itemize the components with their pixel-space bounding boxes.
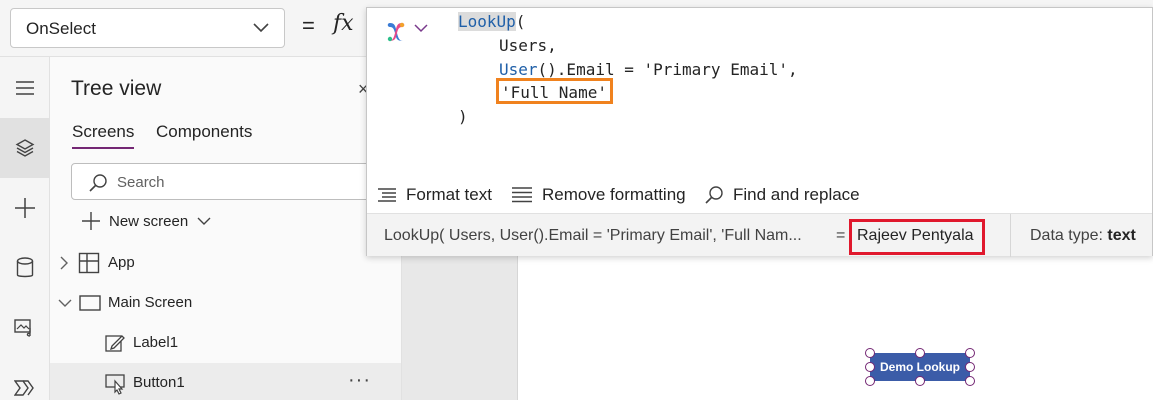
highlight-box-full-name xyxy=(496,78,613,104)
formula-equals: = xyxy=(302,13,315,38)
tree-item-main-screen[interactable]: Main Screen xyxy=(50,283,401,323)
fx-icon[interactable]: fx xyxy=(333,11,354,36)
button-control-icon xyxy=(105,374,125,395)
resize-handle[interactable] xyxy=(965,362,975,372)
plus-icon xyxy=(82,212,100,230)
remove-formatting-label: Remove formatting xyxy=(542,185,686,204)
data-type-value: text xyxy=(1107,227,1136,244)
result-expression: LookUp( Users, User().Email = 'Primary E… xyxy=(384,227,802,244)
format-text-icon xyxy=(378,188,396,202)
result-value: Rajeev Pentyala xyxy=(857,227,974,244)
lookup-token: LookUp xyxy=(458,12,516,31)
tree-view-title: Tree view xyxy=(71,77,162,100)
user-token: User xyxy=(499,60,538,79)
tab-components[interactable]: Components xyxy=(156,122,252,142)
editor-toolbar: Format text Remove formatting Find and r… xyxy=(367,175,1152,215)
format-text-label: Format text xyxy=(406,185,492,204)
resize-handle[interactable] xyxy=(865,376,875,386)
media-icon[interactable] xyxy=(0,298,49,358)
power-automate-icon[interactable] xyxy=(0,358,49,400)
formula-editor-popup[interactable]: LookUp( Users, User().Email = 'Primary E… xyxy=(366,7,1153,257)
data-type: Data type: text xyxy=(1030,227,1136,245)
new-screen-button[interactable]: New screen xyxy=(81,211,212,231)
tree-item-app[interactable]: App xyxy=(50,243,401,283)
search-placeholder: Search xyxy=(117,174,165,191)
find-replace-button[interactable]: Find and replace xyxy=(704,185,860,205)
remove-formatting-icon xyxy=(512,187,532,203)
email-token: ().Email = 'Primary Email', xyxy=(537,60,798,79)
chevron-down-icon xyxy=(197,217,211,225)
property-dropdown[interactable]: OnSelect xyxy=(10,8,285,48)
resize-handle[interactable] xyxy=(915,348,925,358)
tree-item-label: Main Screen xyxy=(108,294,193,311)
code-line: LookUp( xyxy=(458,12,525,31)
remove-formatting-button[interactable]: Remove formatting xyxy=(511,185,686,205)
resize-handle[interactable] xyxy=(865,362,875,372)
tree-item-button1[interactable]: Button1 ··· xyxy=(50,363,401,400)
screen-icon xyxy=(79,295,101,311)
code-line: ) xyxy=(458,107,468,126)
paren-token: ( xyxy=(515,12,526,31)
more-options-icon[interactable]: ··· xyxy=(348,369,371,392)
resize-handle[interactable] xyxy=(965,376,975,386)
chevron-down-icon xyxy=(253,23,269,33)
search-icon xyxy=(705,186,723,204)
layers-icon[interactable] xyxy=(0,118,49,178)
code-line: User().Email = 'Primary Email', xyxy=(499,60,798,79)
resize-handle[interactable] xyxy=(915,376,925,386)
result-equals: = xyxy=(836,227,846,244)
database-icon[interactable] xyxy=(0,238,49,298)
hamburger-icon[interactable] xyxy=(0,58,49,118)
plus-icon[interactable] xyxy=(0,178,49,238)
tree-item-label: Label1 xyxy=(133,334,179,351)
new-screen-label: New screen xyxy=(109,212,189,230)
data-type-label: Data type: xyxy=(1030,227,1103,244)
chevron-right-icon[interactable] xyxy=(59,256,69,270)
code-line: Users, xyxy=(499,36,557,55)
property-value: OnSelect xyxy=(26,19,96,38)
app-icon xyxy=(78,252,100,274)
search-input[interactable]: Search xyxy=(71,163,401,200)
copilot-icon[interactable] xyxy=(384,20,408,44)
tree-item-label: Button1 xyxy=(133,374,185,391)
label-edit-icon xyxy=(105,335,125,352)
formula-result-bar: LookUp( Users, User().Email = 'Primary E… xyxy=(367,213,1152,257)
find-replace-label: Find and replace xyxy=(733,185,860,204)
resize-handle[interactable] xyxy=(865,348,875,358)
chevron-down-icon[interactable] xyxy=(58,298,72,308)
tree-item-label: App xyxy=(108,254,135,271)
tree-item-label1[interactable]: Label1 xyxy=(50,323,401,363)
left-rail xyxy=(0,57,50,400)
divider xyxy=(1010,214,1011,257)
tab-screens[interactable]: Screens xyxy=(72,122,135,149)
search-icon xyxy=(89,174,107,192)
chevron-down-icon[interactable] xyxy=(414,23,428,33)
tree-view-pane: Tree view × Screens Components Search Ne… xyxy=(50,57,402,400)
resize-handle[interactable] xyxy=(965,348,975,358)
format-text-button[interactable]: Format text xyxy=(377,185,492,205)
